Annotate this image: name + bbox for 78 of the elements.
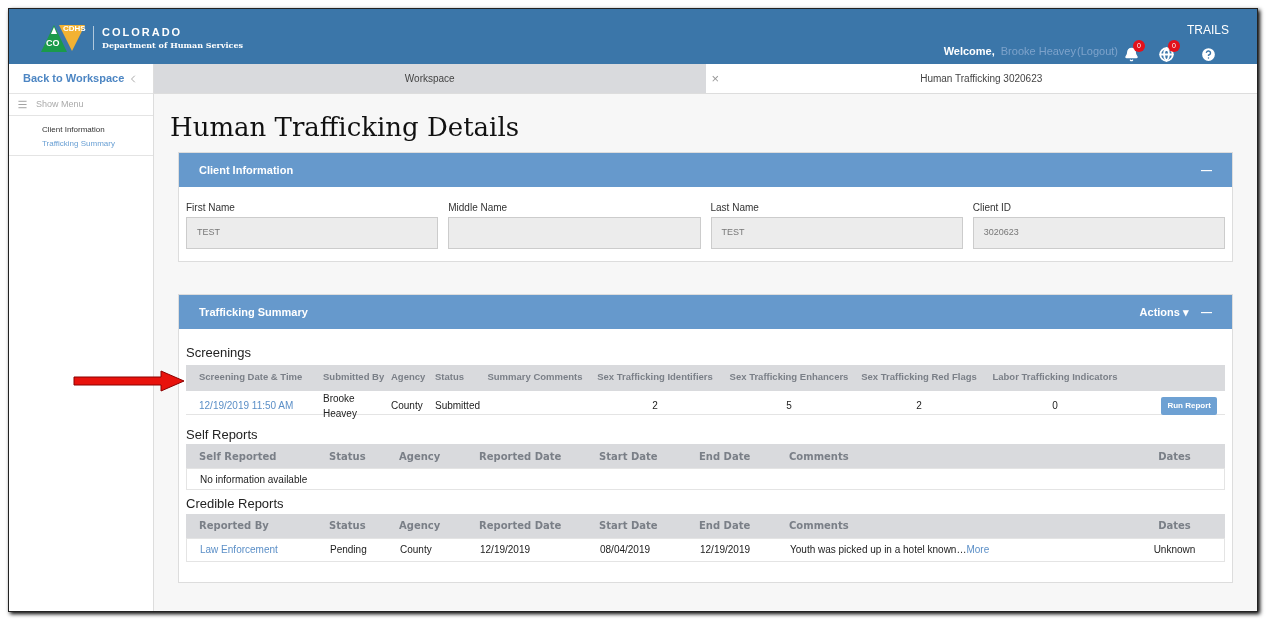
user-name: Brooke Heavey [1000, 43, 1076, 59]
column-header: Self Reported [199, 449, 278, 464]
help-icon[interactable] [1200, 46, 1217, 63]
section-title: Self Reports [186, 425, 259, 444]
column-header: Sex Trafficking Identifiers [596, 370, 714, 385]
actions-menu[interactable]: Actions ▾ [1139, 303, 1189, 321]
field-label: First Name [186, 201, 236, 215]
column-header: Agency [399, 519, 442, 533]
input-field[interactable]: TEST [710, 217, 963, 249]
table-cell-text: 08/04/2019 [600, 543, 652, 557]
org-subtitle: Department of Human Services [102, 39, 243, 50]
field-label: Last Name [710, 201, 760, 215]
panel-title: Client Information [199, 162, 294, 178]
field-label: Client ID [972, 201, 1013, 215]
welcome-text: Welcome, [943, 43, 995, 59]
logout-link[interactable]: (Logout) [1077, 42, 1118, 60]
table-cell-text: 2 [915, 399, 923, 413]
column-header: Status [329, 449, 367, 464]
table-cell-text: 5 [785, 399, 793, 413]
show-menu[interactable]: Show Menu [36, 97, 84, 112]
back-link[interactable]: Back to Workspace [23, 70, 125, 87]
table-cell-text: 2 [651, 399, 659, 413]
column-header: End Date [699, 449, 752, 464]
column-header: Start Date [599, 519, 659, 533]
table-cell-text: 12/19/2019 [700, 543, 752, 557]
column-header: Sex Trafficking Enhancers [728, 370, 850, 385]
arrow-icon [73, 370, 185, 392]
column-header: Agency [391, 370, 427, 385]
table-cell-text: Youth was picked up in a hotel known… [790, 543, 967, 557]
section-title: Screenings [186, 344, 253, 362]
column-header: End Date [699, 519, 752, 533]
column-header: Agency [399, 449, 442, 464]
table-cell-text: Brooke Heavey [323, 391, 358, 421]
run-report-button[interactable]: Run Report [1161, 396, 1217, 415]
column-header: Status [329, 519, 367, 533]
input-field[interactable]: 3020623 [972, 217, 1225, 249]
close-button[interactable]: × [711, 68, 720, 89]
column-header: Comments [789, 449, 850, 464]
field-label: Middle Name [448, 201, 509, 215]
org-name: COLORADO [102, 26, 184, 40]
panel-title: Trafficking Summary [199, 304, 308, 320]
column-header: Reported By [199, 519, 270, 533]
table-cell-text: 0 [1051, 399, 1059, 413]
column-header: Status [435, 370, 466, 385]
input-field[interactable]: TEST [186, 217, 439, 249]
column-header: Reported Date [479, 449, 563, 464]
column-header: Submitted By [323, 370, 385, 385]
column-header: Screening Date & Time [199, 370, 304, 385]
more-link[interactable]: More [966, 542, 990, 557]
table-cell-text: 12/19/2019 [480, 543, 532, 557]
table-cell-text: County [400, 543, 433, 557]
column-header: Dates [1157, 519, 1192, 533]
column-header: Reported Date [479, 519, 563, 533]
column-header: Labor Trafficking Indicators [991, 370, 1119, 385]
app-name: TRAILS [1187, 22, 1229, 39]
column-header: Sex Trafficking Red Flags [860, 370, 978, 385]
collapse-button[interactable]: — [1201, 303, 1212, 321]
menu-icon[interactable] [17, 99, 28, 110]
reporter-link[interactable]: Law Enforcement [200, 542, 330, 557]
sidebar-item[interactable]: Trafficking Summary [42, 137, 153, 151]
page-title: Human Trafficking Details [170, 114, 521, 140]
column-header: Summary Comments [487, 370, 583, 385]
table-cell-text: Unknown [1152, 543, 1197, 557]
sidebar-item[interactable]: Client Information [42, 123, 153, 137]
date-link[interactable]: 12/19/2019 11:50 AM [199, 398, 317, 413]
tab[interactable]: Workspace [154, 64, 706, 94]
table-cell-text: Pending [330, 543, 368, 557]
column-header: Dates [1157, 449, 1192, 464]
logo-text: CO [46, 37, 60, 50]
tab[interactable]: × Human Trafficking 3020623 [705, 64, 1257, 94]
table-cell-text: Submitted [435, 399, 481, 413]
table-cell-text: County [391, 399, 424, 413]
column-header: Comments [789, 519, 850, 533]
column-header: Start Date [599, 449, 659, 464]
input-field[interactable] [448, 217, 701, 249]
empty-message: No information available [200, 472, 308, 487]
section-title: Credible Reports [186, 495, 285, 513]
collapse-button[interactable]: — [1201, 161, 1212, 179]
